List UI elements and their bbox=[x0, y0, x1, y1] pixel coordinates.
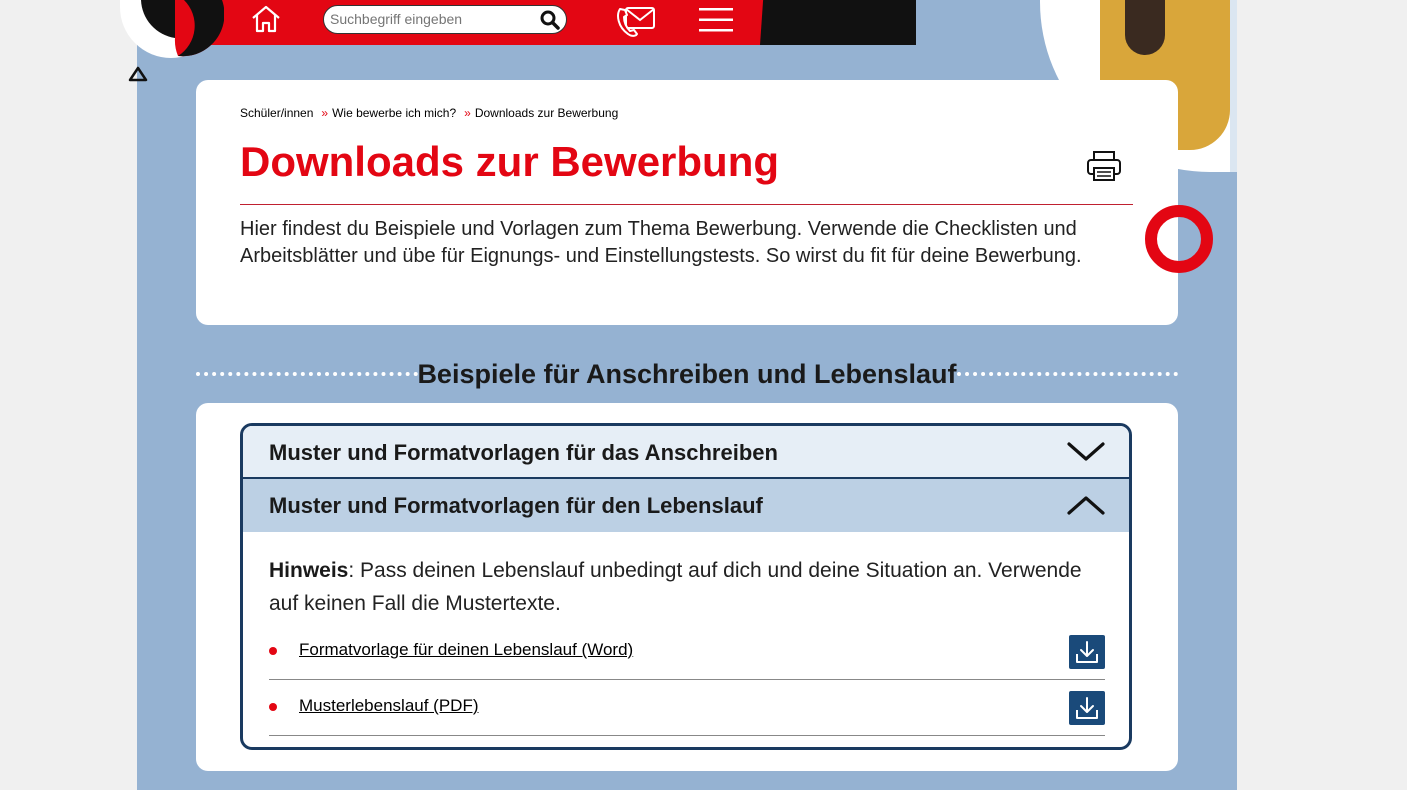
note-label: Hinweis bbox=[269, 559, 349, 582]
decorative-red-ring bbox=[1145, 205, 1213, 273]
home-icon bbox=[252, 5, 280, 33]
download-icon bbox=[1076, 697, 1098, 719]
downloads-card: Muster und Formatvorlagen für das Anschr… bbox=[196, 403, 1178, 771]
breadcrumb-separator: » bbox=[464, 106, 471, 120]
download-item: Formatvorlage für deinen Lebenslauf (Wor… bbox=[269, 624, 1105, 680]
download-icon bbox=[1076, 641, 1098, 663]
note-body: : Pass deinen Lebenslauf unbedingt auf d… bbox=[269, 559, 1082, 615]
hamburger-icon bbox=[699, 8, 733, 32]
search-input[interactable] bbox=[330, 11, 530, 27]
bullet bbox=[269, 647, 277, 655]
top-dark-band bbox=[760, 0, 916, 45]
accordion-header-cover-letter[interactable]: Muster und Formatvorlagen für das Anschr… bbox=[243, 426, 1129, 479]
triangle-up-icon bbox=[128, 66, 148, 82]
page-title: Downloads zur Bewerbung bbox=[240, 138, 780, 185]
note-text: Hinweis: Pass deinen Lebenslauf unbeding… bbox=[269, 554, 1109, 620]
download-link-sample-cv-pdf[interactable]: Musterlebenslauf (PDF) bbox=[299, 696, 479, 716]
intro-card: Schüler/innen» Wie bewerbe ich mich?» Down… bbox=[196, 80, 1178, 325]
breadcrumb-item-how-to-apply[interactable]: Wie bewerbe ich mich? bbox=[332, 106, 456, 120]
breadcrumb-item-current: Downloads zur Bewerbung bbox=[474, 106, 619, 120]
section-header: Beispiele für Anschreiben und Lebenslauf bbox=[196, 352, 1178, 396]
accordion-label: Muster und Formatvorlagen für den Lebens… bbox=[269, 493, 763, 518]
chevron-up-icon bbox=[1067, 496, 1105, 515]
download-item: Musterlebenslauf (PDF) bbox=[269, 680, 1105, 736]
intro-text: Hier findest du Beispiele und Vorlagen z… bbox=[240, 218, 1082, 267]
scroll-top-button[interactable] bbox=[128, 66, 148, 87]
bullet bbox=[269, 703, 277, 711]
breadcrumb-separator: » bbox=[321, 106, 329, 120]
accordion-label: Muster und Formatvorlagen für das Anschr… bbox=[269, 440, 778, 465]
search-icon[interactable] bbox=[540, 10, 560, 35]
contact-button[interactable] bbox=[614, 3, 658, 44]
printer-icon bbox=[1087, 151, 1121, 181]
logo-icon bbox=[141, 0, 224, 57]
chevron-down-icon bbox=[1067, 442, 1105, 461]
menu-button[interactable] bbox=[699, 7, 733, 38]
phone-mail-icon bbox=[617, 7, 655, 37]
download-button[interactable] bbox=[1069, 691, 1105, 725]
accordion: Muster und Formatvorlagen für das Anschr… bbox=[240, 423, 1132, 750]
accordion-header-cv[interactable]: Muster und Formatvorlagen für den Lebens… bbox=[243, 479, 1129, 532]
home-button[interactable] bbox=[250, 4, 282, 39]
search-box bbox=[323, 5, 567, 34]
download-link-cv-template-word[interactable]: Formatvorlage für deinen Lebenslauf (Wor… bbox=[299, 640, 633, 660]
section-heading: Beispiele für Anschreiben und Lebenslauf bbox=[417, 359, 957, 389]
print-button[interactable] bbox=[1086, 150, 1122, 187]
breadcrumb: Schüler/innen» Wie bewerbe ich mich?» Down… bbox=[240, 106, 618, 120]
breadcrumb-item-students[interactable]: Schüler/innen bbox=[240, 106, 313, 120]
download-button[interactable] bbox=[1069, 635, 1105, 669]
logo[interactable] bbox=[120, 0, 224, 58]
title-divider bbox=[240, 204, 1133, 205]
